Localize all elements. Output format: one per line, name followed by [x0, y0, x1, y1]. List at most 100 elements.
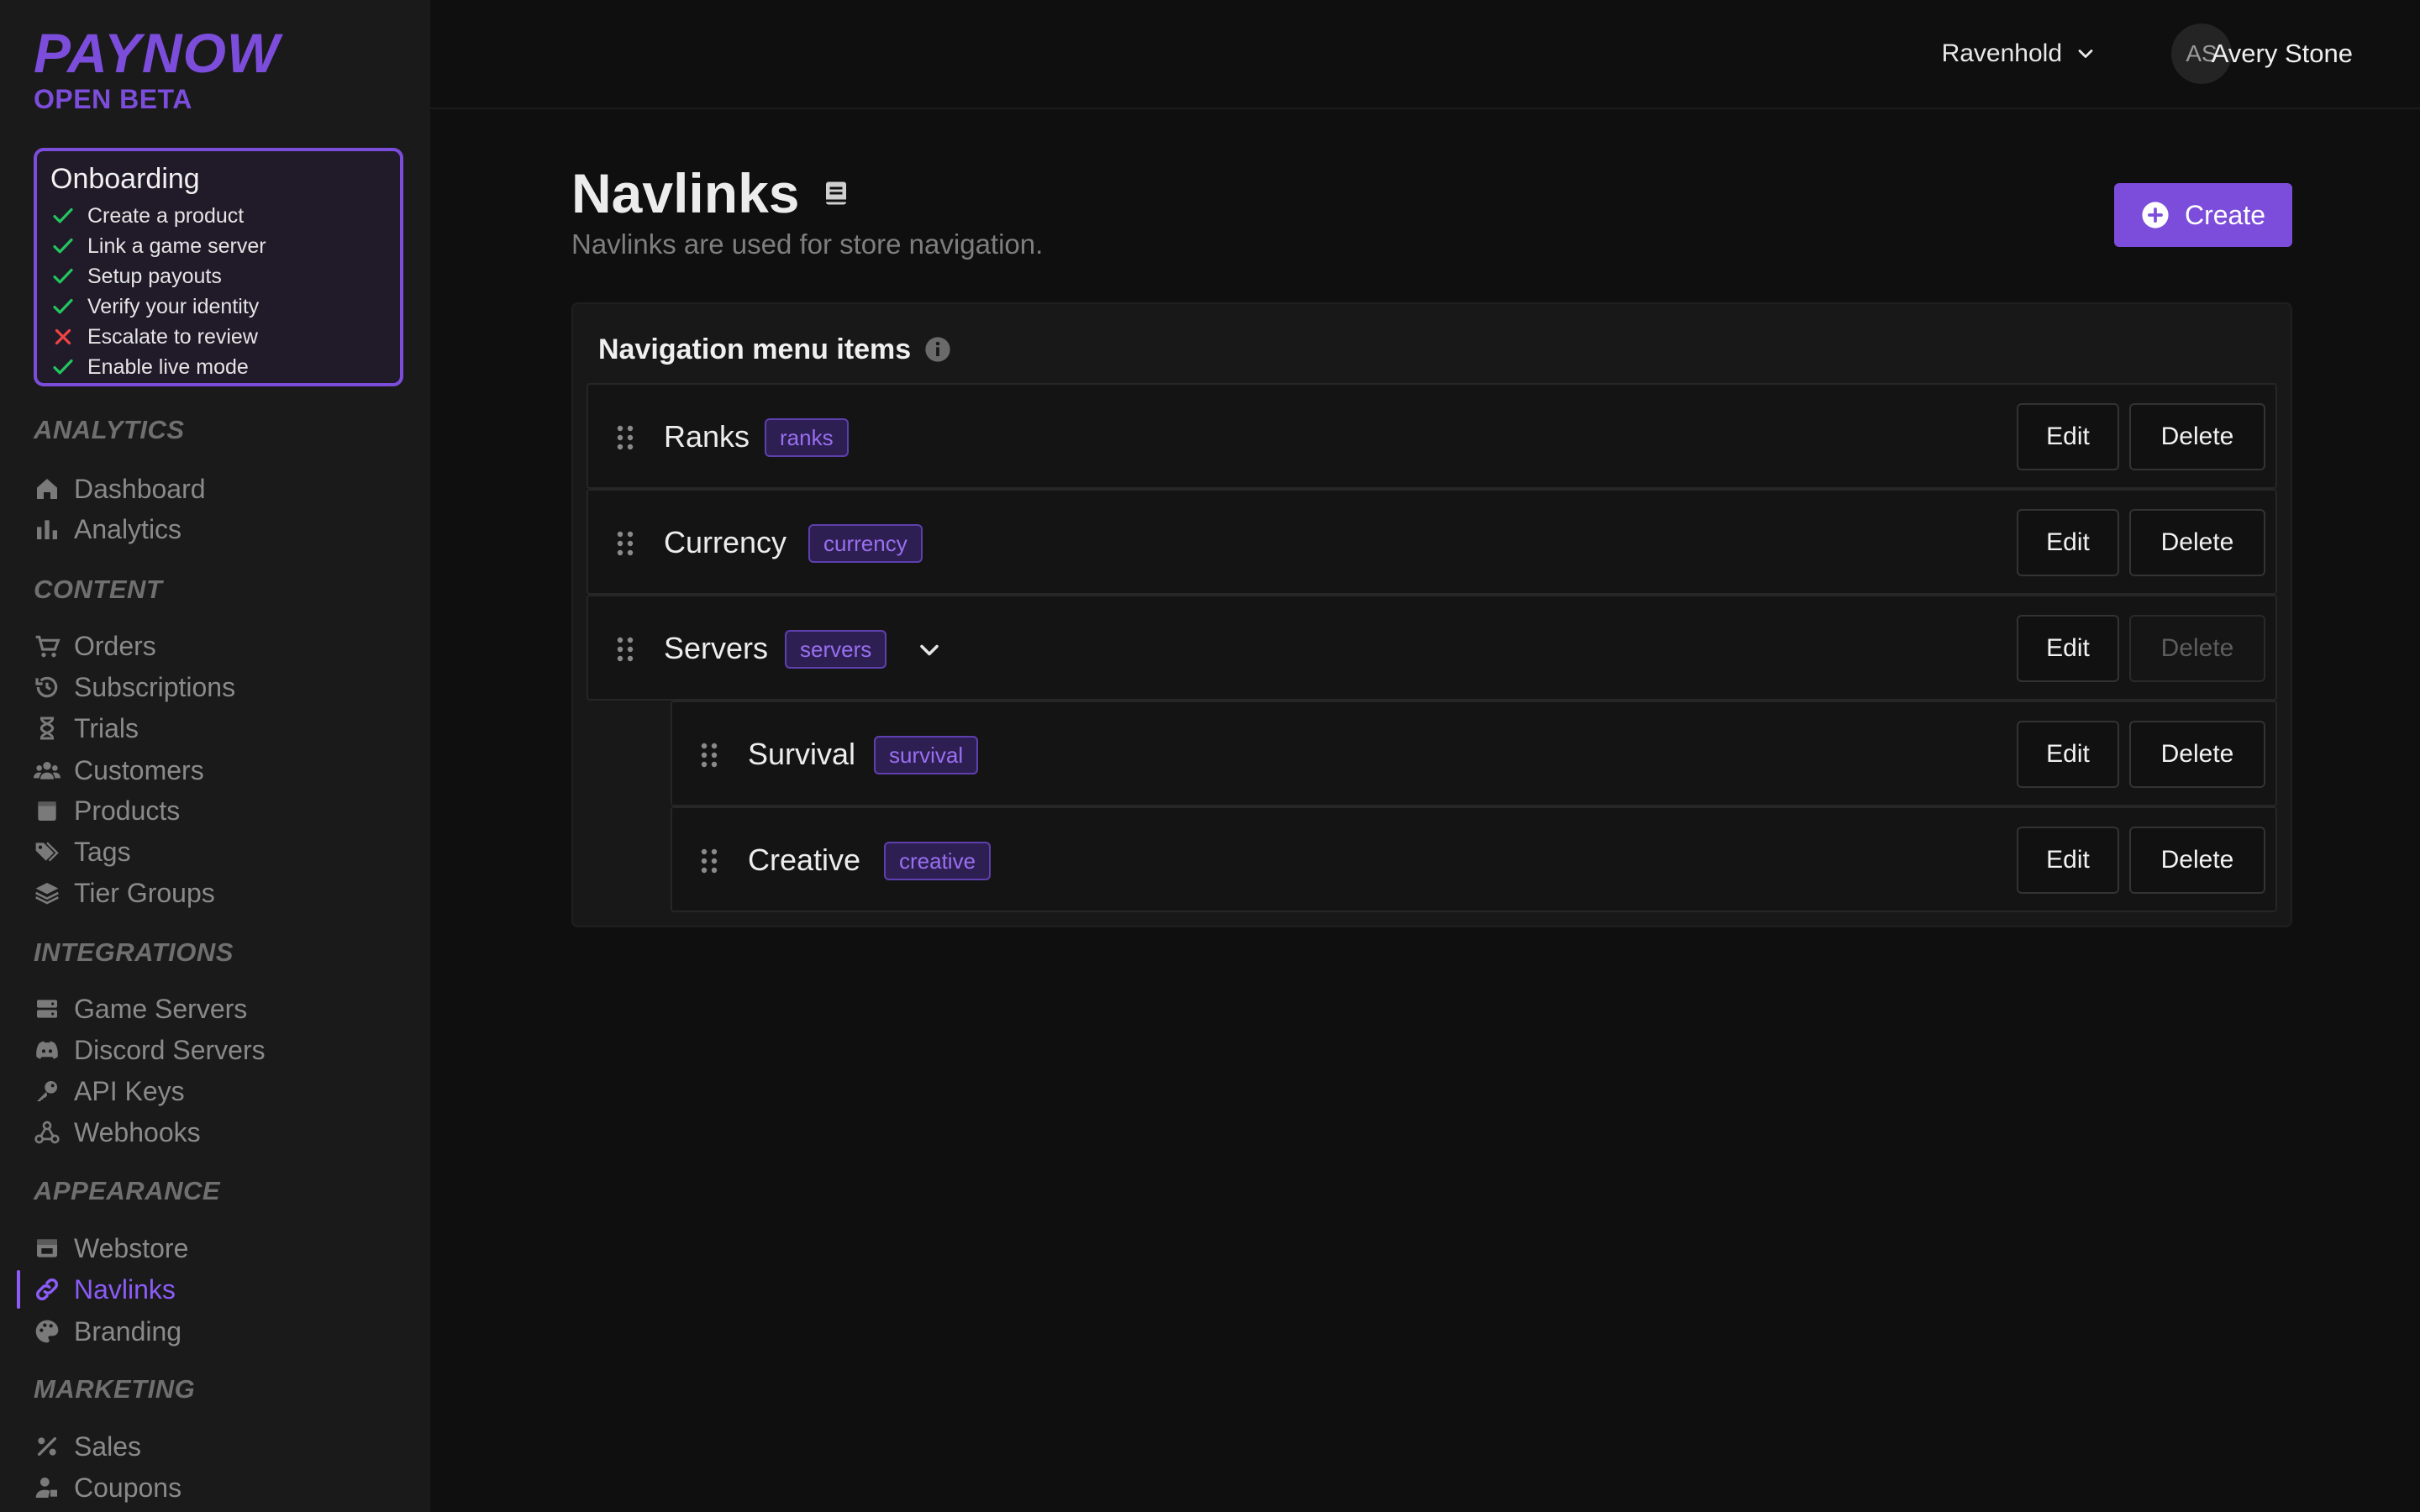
key-icon	[37, 1081, 57, 1101]
sidebar-item-orders[interactable]: Orders	[34, 627, 156, 664]
sidebar-item-dashboard[interactable]: Dashboard	[34, 470, 206, 507]
drag-handle-icon[interactable]	[701, 743, 718, 768]
sidebar-item-tier-groups[interactable]: Tier Groups	[34, 874, 215, 911]
history-icon	[35, 676, 58, 698]
drag-handle-icon[interactable]	[617, 425, 634, 450]
navlink-child-row: Survival survival Edit Delete	[671, 701, 2277, 806]
drag-handle-icon[interactable]	[701, 848, 718, 874]
docs-book-icon[interactable]	[821, 178, 851, 208]
server-icon	[37, 1000, 57, 1018]
onboarding-item: Link a game server	[50, 231, 387, 261]
navlink-child-row: Creative creative Edit Delete	[671, 806, 2277, 912]
sidebar-item-products[interactable]: Products	[34, 792, 180, 829]
layers-icon	[35, 883, 59, 905]
navlink-slug-badge: servers	[785, 630, 887, 669]
sidebar-item-analytics[interactable]: Analytics	[34, 511, 182, 548]
check-icon	[53, 268, 73, 284]
sidebar-item-webstore[interactable]: Webstore	[34, 1230, 188, 1267]
navlink-slug-badge: ranks	[765, 418, 849, 457]
check-icon	[53, 238, 73, 254]
top-bar: Ravenhold AS Avery Stone	[430, 0, 2420, 109]
chevron-down-icon[interactable]	[914, 635, 944, 665]
onboarding-item-label: Link a game server	[87, 234, 266, 258]
delete-button[interactable]: Delete	[2129, 827, 2265, 894]
hourglass-icon	[39, 717, 55, 740]
sidebar-item-label: Trials	[74, 712, 139, 743]
navlink-label: Survival	[748, 737, 856, 771]
chevron-down-icon	[2078, 50, 2093, 58]
section-appearance: APPEARANCE	[34, 1176, 221, 1205]
navlink-row: Ranks ranks Edit Delete	[587, 383, 2277, 489]
delete-button[interactable]: Delete	[2129, 403, 2265, 470]
sidebar-item-coupons[interactable]: Coupons	[34, 1469, 182, 1506]
sidebar-item-customers[interactable]: Customers	[34, 752, 204, 789]
sidebar-item-label: Subscriptions	[74, 671, 236, 702]
onboarding-item: Verify your identity	[50, 291, 387, 322]
create-button-label: Create	[2184, 199, 2266, 230]
sidebar-item-subscriptions[interactable]: Subscriptions	[34, 669, 235, 706]
sidebar-item-branding[interactable]: Branding	[34, 1313, 182, 1350]
navlink-row: Currency currency Edit Delete	[587, 489, 2277, 595]
page-title-wrap: Navlinks	[571, 160, 851, 227]
sidebar-item-label: Products	[74, 795, 181, 826]
sidebar-item-trials[interactable]: Trials	[34, 710, 139, 747]
navlink-label: Creative	[748, 843, 861, 877]
sidebar-item-label: API Keys	[74, 1075, 185, 1106]
users-icon	[34, 762, 60, 780]
navlink-slug-badge: creative	[884, 842, 992, 880]
edit-button[interactable]: Edit	[2017, 827, 2119, 894]
check-icon	[53, 298, 73, 314]
delete-button[interactable]: Delete	[2129, 721, 2265, 788]
brand-name: PAYNOW	[34, 22, 281, 84]
tags-icon	[35, 842, 59, 862]
navlink-label: Ranks	[664, 419, 750, 454]
edit-button[interactable]: Edit	[2017, 509, 2119, 576]
onboarding-item: Escalate to review	[50, 322, 387, 352]
user-tag-icon	[35, 1478, 57, 1498]
edit-button[interactable]: Edit	[2017, 721, 2119, 788]
percent-icon	[37, 1436, 57, 1457]
onboarding-card[interactable]: Onboarding Create a product Link a game …	[34, 148, 403, 386]
sidebar-item-api-keys[interactable]: API Keys	[34, 1073, 185, 1110]
edit-button[interactable]: Edit	[2017, 615, 2119, 682]
cart-icon	[35, 635, 60, 658]
onboarding-item-label: Setup payouts	[87, 264, 222, 288]
drag-handle-icon[interactable]	[617, 637, 634, 662]
store-selector[interactable]: Ravenhold	[1942, 34, 2097, 74]
onboarding-title: Onboarding	[50, 163, 200, 195]
sidebar-item-sales[interactable]: Sales	[34, 1428, 141, 1465]
delete-button[interactable]: Delete	[2129, 509, 2265, 576]
onboarding-item: Enable live mode	[50, 352, 387, 382]
sidebar-item-discord-servers[interactable]: Discord Servers	[34, 1032, 266, 1068]
create-button[interactable]: Create	[2114, 183, 2292, 247]
webhook-icon	[34, 1121, 60, 1144]
sidebar-item-label: Navlinks	[74, 1273, 176, 1305]
store-name: Ravenhold	[1941, 39, 2062, 67]
navlink-row: Servers servers Edit Delete	[587, 595, 2277, 701]
brand-logo[interactable]: PAYNOW OPEN BETA	[34, 25, 280, 115]
home-icon	[37, 479, 57, 499]
palette-icon	[35, 1320, 59, 1343]
drag-handle-icon[interactable]	[617, 531, 634, 556]
sidebar: PAYNOW OPEN BETA Onboarding Create a pro…	[0, 0, 430, 1512]
edit-button[interactable]: Edit	[2017, 403, 2119, 470]
sidebar-item-label: Orders	[74, 630, 156, 661]
sidebar-item-game-servers[interactable]: Game Servers	[34, 990, 247, 1027]
sidebar-item-tags[interactable]: Tags	[34, 833, 131, 870]
brand-subtitle: OPEN BETA	[34, 84, 192, 114]
user-name[interactable]: Avery Stone	[2212, 34, 2353, 74]
sidebar-item-label: Customers	[74, 754, 204, 785]
sidebar-item-label: Dashboard	[74, 473, 206, 504]
onboarding-item: Setup payouts	[50, 261, 387, 291]
sidebar-item-label: Branding	[74, 1315, 182, 1347]
sidebar-item-navlinks[interactable]: Navlinks	[34, 1271, 176, 1308]
info-icon[interactable]	[924, 336, 951, 363]
sidebar-item-webhooks[interactable]: Webhooks	[34, 1114, 201, 1151]
sidebar-item-label: Analytics	[74, 513, 182, 544]
active-indicator	[17, 1270, 20, 1309]
check-icon	[53, 207, 73, 223]
sidebar-item-label: Webhooks	[74, 1116, 201, 1147]
onboarding-item-label: Escalate to review	[87, 324, 258, 349]
onboarding-item-label: Enable live mode	[87, 354, 249, 379]
sidebar-item-label: Game Servers	[74, 993, 248, 1024]
